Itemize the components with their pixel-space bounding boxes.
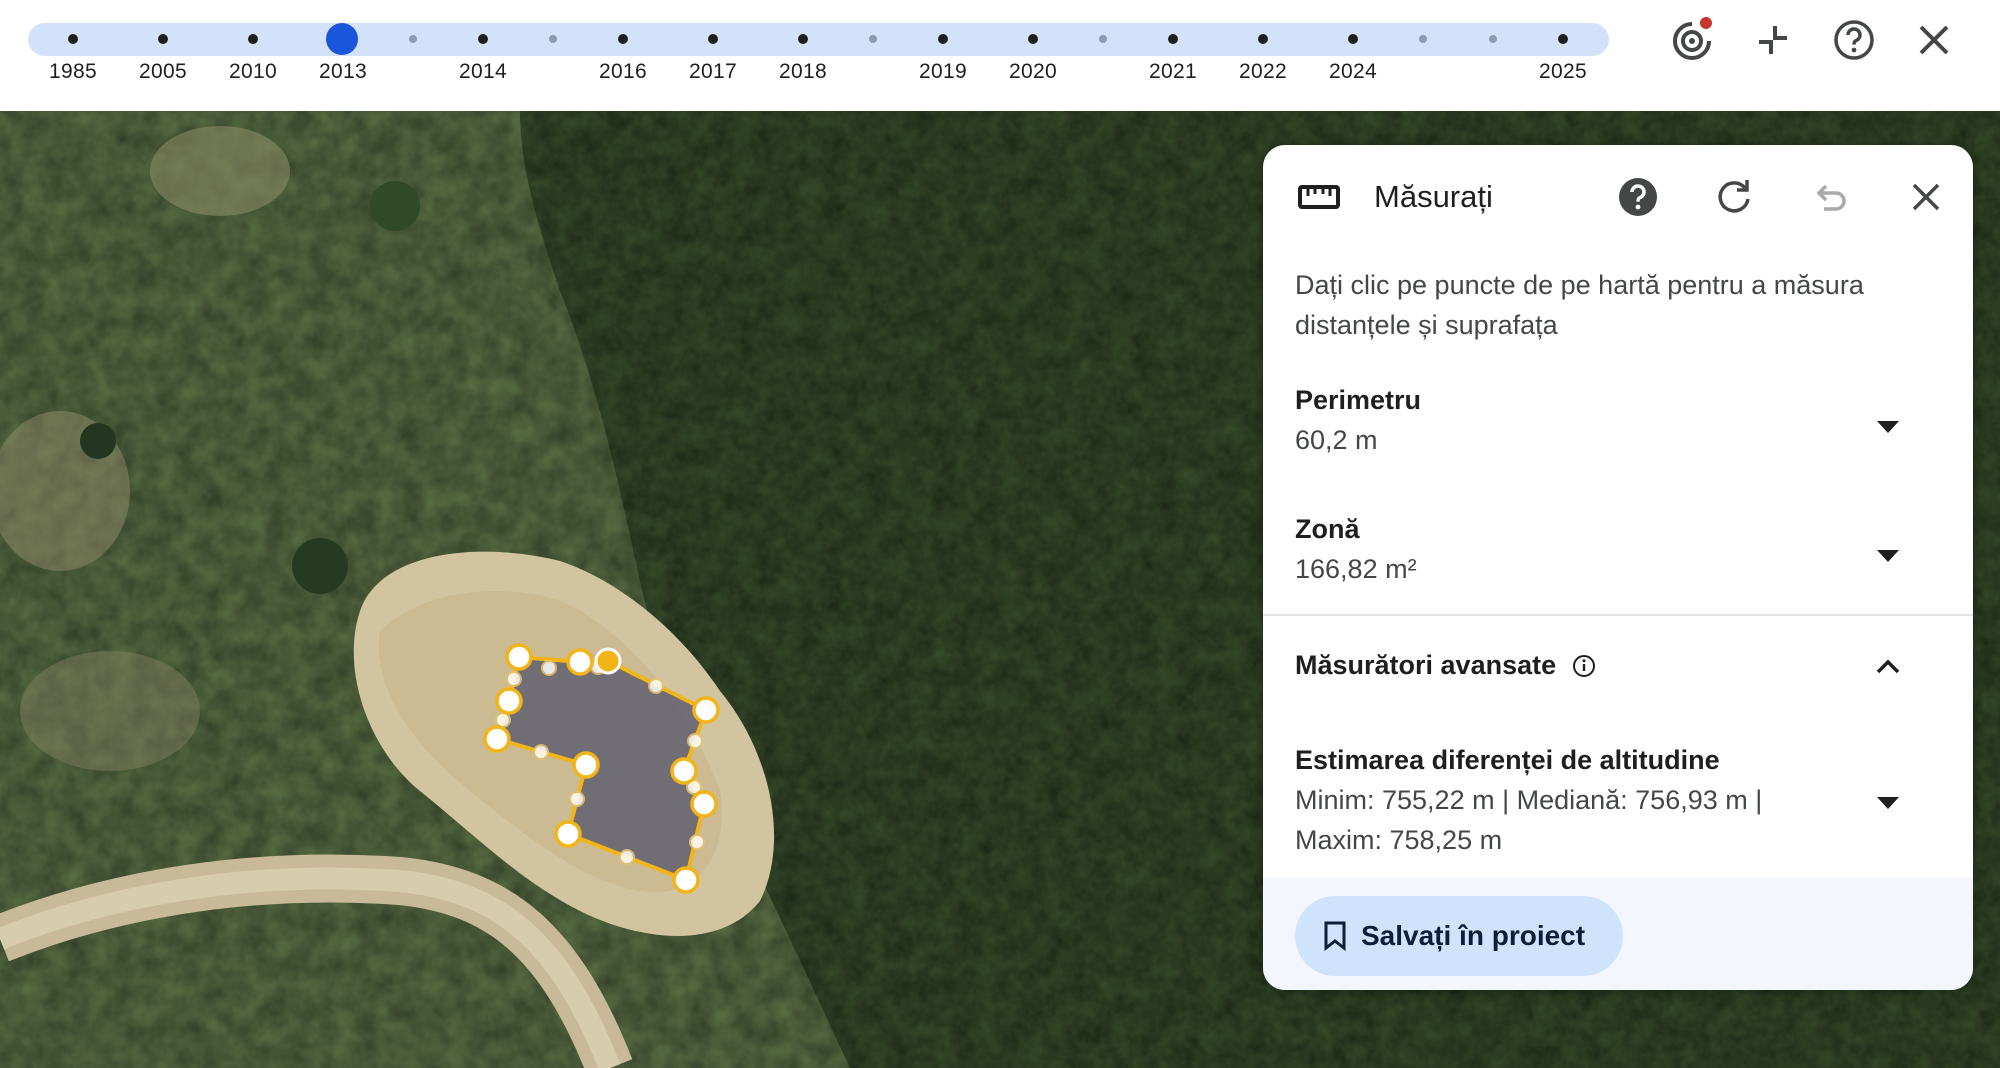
timeline-dot-2010[interactable] — [248, 34, 258, 44]
timeline-year-label[interactable]: 2020 — [1009, 60, 1057, 84]
timeline-dot-minor[interactable] — [1489, 35, 1497, 43]
caret-down-icon[interactable] — [1868, 536, 1908, 576]
timeline-year-label[interactable]: 2021 — [1149, 60, 1197, 84]
timeline-track[interactable] — [28, 23, 1609, 56]
area-section[interactable]: Zonă 166,82 m² — [1263, 514, 1973, 614]
timeline-year-label[interactable]: 2016 — [599, 60, 647, 84]
perimeter-label: Perimetru — [1295, 385, 1422, 415]
timeline-year-label[interactable]: 2025 — [1539, 60, 1587, 84]
elevation-section[interactable]: Estimarea diferenței de altitudine Minim… — [1263, 745, 1973, 875]
timeline-year-label[interactable]: 2022 — [1239, 60, 1287, 84]
save-button-label: Salvați în proiect — [1361, 920, 1586, 951]
timeline-dot-2014[interactable] — [478, 34, 488, 44]
caret-down-icon[interactable] — [1868, 783, 1908, 823]
perimeter-value: 60,2 m — [1295, 425, 1378, 455]
timeline-dot-2021[interactable] — [1168, 34, 1178, 44]
timeline-dot-2005[interactable] — [158, 34, 168, 44]
timeline-dot-minor[interactable] — [409, 35, 417, 43]
elevation-value-line2: Maxim: 758,25 m — [1295, 825, 1503, 855]
timeline-bar: 1985 2005 2010 2013 2014 2016 2017 2018 … — [0, 0, 2000, 111]
timeline-dot-minor[interactable] — [1419, 35, 1427, 43]
timeline-dot-2022[interactable] — [1258, 34, 1268, 44]
advanced-label: Măsurători avansate — [1295, 650, 1557, 680]
ruler-icon — [1293, 171, 1345, 223]
timeline-dot-2017[interactable] — [708, 34, 718, 44]
timeline-year-label[interactable]: 2018 — [779, 60, 827, 84]
elevation-value-line1: Minim: 755,22 m | Mediană: 756,93 m | — [1295, 785, 1763, 815]
timeline-year-label[interactable]: 2014 — [459, 60, 507, 84]
bookmark-icon — [1323, 921, 1347, 951]
timeline-dot-2025[interactable] — [1558, 34, 1568, 44]
save-to-project-button[interactable]: Salvați în proiect — [1295, 896, 1623, 976]
timeline-dot-2024[interactable] — [1348, 34, 1358, 44]
advanced-measurements-header[interactable]: Măsurători avansate — [1263, 650, 1973, 710]
help-icon[interactable] — [1612, 171, 1664, 223]
timeline-dot-2019[interactable] — [938, 34, 948, 44]
elevation-label: Estimarea diferenței de altitudine — [1295, 745, 1720, 775]
timeline-year-label[interactable]: 2013 — [319, 60, 367, 84]
timeline-year-label[interactable]: 2019 — [919, 60, 967, 84]
timeline-year-label[interactable]: 2024 — [1329, 60, 1377, 84]
timelapse-icon[interactable] — [1669, 16, 1717, 64]
undo-icon[interactable] — [1804, 171, 1856, 223]
exit-fullscreen-icon[interactable] — [1749, 16, 1797, 64]
perimeter-section[interactable]: Perimetru 60,2 m — [1263, 385, 1973, 485]
panel-footer: Salvați în proiect — [1263, 878, 1973, 990]
panel-description: Dați clic pe puncte de pe hartă pentru a… — [1295, 270, 1864, 340]
help-icon[interactable] — [1830, 16, 1878, 64]
chevron-up-icon[interactable] — [1868, 646, 1908, 686]
timeline-dot-2013-selected[interactable] — [326, 23, 358, 55]
timeline-dot-minor[interactable] — [1099, 35, 1107, 43]
timeline-year-label[interactable]: 1985 — [49, 60, 97, 84]
info-icon[interactable] — [1572, 654, 1596, 683]
timeline-dot-1985[interactable] — [68, 34, 78, 44]
timeline-dot-minor[interactable] — [549, 35, 557, 43]
timeline-dot-minor[interactable] — [869, 35, 877, 43]
timeline-dot-2020[interactable] — [1028, 34, 1038, 44]
caret-down-icon[interactable] — [1868, 407, 1908, 447]
timeline-dot-2016[interactable] — [618, 34, 628, 44]
panel-title: Măsurați — [1374, 179, 1493, 214]
timeline-dot-2018[interactable] — [798, 34, 808, 44]
reset-icon[interactable] — [1708, 171, 1760, 223]
area-value: 166,82 m² — [1295, 554, 1417, 584]
area-label: Zonă — [1295, 514, 1360, 544]
timeline-year-label[interactable]: 2017 — [689, 60, 737, 84]
close-icon[interactable] — [1910, 16, 1958, 64]
timeline-year-label[interactable]: 2005 — [139, 60, 187, 84]
timeline-year-label[interactable]: 2010 — [229, 60, 277, 84]
measure-panel: Măsurați Dați clic pe puncte de pe hartă… — [1263, 145, 1973, 990]
close-icon[interactable] — [1900, 171, 1952, 223]
divider — [1263, 614, 1973, 616]
